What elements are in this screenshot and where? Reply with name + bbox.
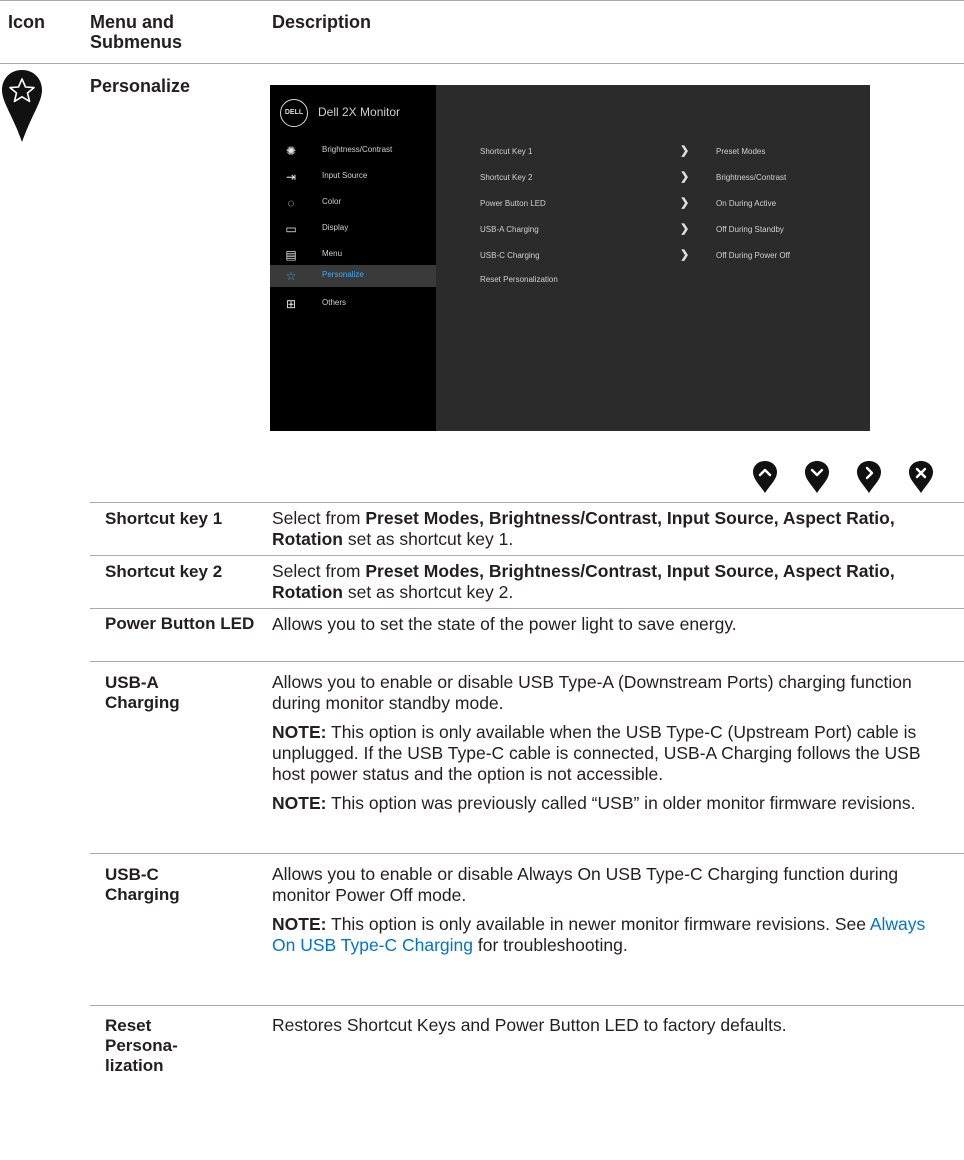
- section-title: Personalize: [90, 76, 191, 96]
- chevron-right-icon: ❯: [680, 249, 690, 261]
- osd-sub-reset-personalization[interactable]: Reset Personalization: [480, 275, 558, 284]
- osd-menu-item-menu[interactable]: ▤ Menu: [270, 244, 436, 266]
- osd-menu-item-input-source[interactable]: ⇥ Input Source: [270, 166, 436, 188]
- osd-sub-shortcut-key-1[interactable]: Shortcut Key 1: [480, 147, 532, 156]
- color-palette-icon: ◌: [287, 196, 295, 210]
- table-rule: [90, 502, 964, 503]
- up-icon[interactable]: [752, 460, 778, 494]
- star-icon: [0, 68, 44, 144]
- top-rule: [0, 0, 964, 1]
- row-label-reset-personalization: Reset Persona-lization: [105, 1016, 178, 1075]
- osd-menu-item-others[interactable]: ⊞ Others: [270, 293, 436, 315]
- table-rule: [90, 608, 964, 609]
- header-menu: Menu and Submenus: [90, 12, 183, 52]
- osd-main-menu: DELL Dell 2X Monitor ✺ Brightness/Contra…: [270, 85, 436, 431]
- chevron-right-icon: ❯: [680, 171, 690, 183]
- header-icon: Icon: [8, 12, 46, 32]
- row-desc-usb-a-charging: Allows you to enable or disable USB Type…: [272, 672, 921, 813]
- osd-sub-usb-c-charging[interactable]: USB-C Charging: [480, 251, 540, 260]
- down-icon[interactable]: [804, 460, 830, 494]
- row-desc-power-button-led: Allows you to set the state of the power…: [272, 614, 737, 634]
- chevron-right-icon: ❯: [680, 145, 690, 157]
- osd-value: Brightness/Contrast: [716, 173, 787, 182]
- row-desc-shortcut-key-2: Select from Preset Modes, Brightness/Con…: [272, 561, 895, 602]
- row-desc-reset-personalization: Restores Shortcut Keys and Power Button …: [272, 1015, 787, 1035]
- star-icon: ☆: [285, 269, 297, 283]
- dell-logo: DELL: [280, 99, 308, 127]
- osd-menu-label: Display: [322, 223, 349, 232]
- table-rule: [90, 1005, 964, 1006]
- osd-title: Dell 2X Monitor: [318, 105, 401, 119]
- osd-menu-item-display[interactable]: ▭ Display: [270, 218, 436, 240]
- right-icon[interactable]: [856, 460, 882, 494]
- osd-value: Preset Modes: [716, 147, 766, 156]
- osd-menu-label: Others: [322, 298, 347, 307]
- chevron-right-icon: ❯: [680, 197, 690, 209]
- osd-value: Off During Standby: [716, 225, 784, 234]
- close-icon[interactable]: [908, 460, 934, 494]
- row-label-usb-a-charging: USB-A Charging: [105, 673, 180, 712]
- others-icon: ⊞: [285, 297, 297, 311]
- osd-menu-label: Brightness/Contrast: [322, 145, 393, 154]
- osd-sub-usb-a-charging[interactable]: USB-A Charging: [480, 225, 539, 234]
- osd-menu-item-color[interactable]: ◌ Color: [270, 192, 436, 214]
- osd-menu-label: Color: [322, 197, 342, 206]
- osd-menu-label: Menu: [322, 249, 343, 258]
- osd-value: On During Active: [716, 199, 777, 208]
- header-rule: [0, 63, 964, 64]
- osd-screenshot: DELL Dell 2X Monitor ✺ Brightness/Contra…: [270, 85, 870, 431]
- row-label-usb-c-charging: USB-C Charging: [105, 865, 180, 904]
- osd-sub-power-button-led[interactable]: Power Button LED: [480, 199, 546, 208]
- osd-menu-item-personalize[interactable]: ☆ Personalize: [270, 265, 436, 287]
- osd-menu-label: Personalize: [322, 270, 364, 279]
- header-description: Description: [272, 12, 372, 32]
- row-label-power-button-led: Power Button LED: [105, 614, 255, 633]
- osd-menu-label: Input Source: [322, 171, 368, 180]
- table-rule: [90, 853, 964, 854]
- osd-sub-shortcut-key-2[interactable]: Shortcut Key 2: [480, 173, 532, 182]
- row-desc-usb-c-charging: Allows you to enable or disable Always O…: [272, 864, 926, 955]
- brightness-icon: ✺: [285, 144, 297, 158]
- row-desc-shortcut-key-1: Select from Preset Modes, Brightness/Con…: [272, 508, 895, 549]
- input-source-icon: ⇥: [285, 170, 297, 184]
- table-rule: [90, 555, 964, 556]
- row-label-shortcut-key-2: Shortcut key 2: [105, 562, 223, 581]
- table-rule: [90, 661, 964, 662]
- osd-value: Off During Power Off: [716, 251, 790, 260]
- osd-menu-item-brightness-contrast[interactable]: ✺ Brightness/Contrast: [270, 140, 436, 162]
- display-icon: ▭: [285, 222, 297, 236]
- row-label-shortcut-key-1: Shortcut key 1: [105, 509, 223, 528]
- menu-icon: ▤: [285, 248, 297, 262]
- chevron-right-icon: ❯: [680, 223, 690, 235]
